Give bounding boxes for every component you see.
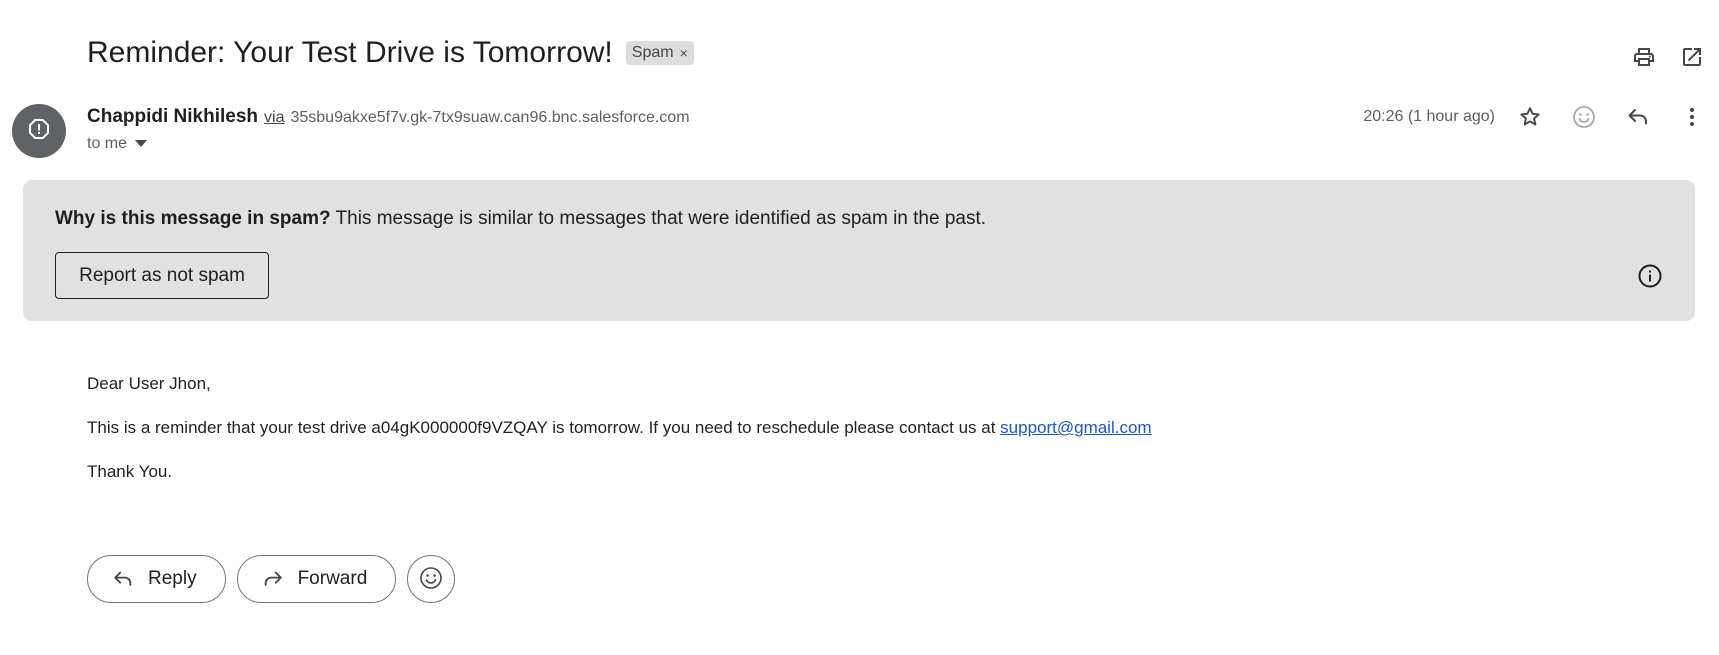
body-line-text: This is a reminder that your test drive … xyxy=(87,418,1001,437)
top-actions xyxy=(1631,44,1705,70)
print-icon[interactable] xyxy=(1631,44,1657,70)
bottom-actions: Reply Forward xyxy=(87,555,456,603)
timestamp: 20:26 (1 hour ago) xyxy=(1363,108,1495,125)
forward-button[interactable]: Forward xyxy=(236,555,397,603)
spam-reason: Why is this message in spam? This messag… xyxy=(55,208,986,230)
body-greeting: Dear User Jhon, xyxy=(87,374,211,393)
open-in-new-window-icon[interactable] xyxy=(1679,44,1705,70)
forward-icon xyxy=(262,568,284,590)
recipient-text: to me xyxy=(87,135,128,152)
info-icon[interactable] xyxy=(1637,263,1663,294)
sender-avatar[interactable] xyxy=(12,104,66,158)
report-not-spam-button[interactable]: Report as not spam xyxy=(55,252,269,299)
reply-button[interactable]: Reply xyxy=(87,555,226,603)
reply-icon[interactable] xyxy=(1625,104,1651,130)
via-domain: 35sbu9akxe5f7v.gk-7tx9suaw.can96.bnc.sal… xyxy=(290,109,690,126)
reply-icon xyxy=(112,568,134,590)
emoji-reaction-icon[interactable] xyxy=(1571,104,1597,130)
star-icon[interactable] xyxy=(1517,104,1543,130)
spam-label-text: Spam xyxy=(631,43,674,61)
more-vert-icon[interactable] xyxy=(1679,104,1705,130)
sender-name[interactable]: Chappidi Nikhilesh xyxy=(87,106,258,128)
message-meta: 20:26 (1 hour ago) xyxy=(1363,104,1705,130)
spam-warning-icon xyxy=(27,117,51,146)
spam-reason-text: This message is similar to messages that… xyxy=(330,208,987,229)
support-email-link[interactable]: support@gmail.com xyxy=(1000,418,1151,437)
spam-warning-banner: Why is this message in spam? This messag… xyxy=(23,180,1695,321)
reply-button-label: Reply xyxy=(148,568,197,589)
email-subject: Reminder: Your Test Drive is Tomorrow! xyxy=(87,36,613,69)
via-link[interactable]: via xyxy=(264,109,284,127)
emoji-icon xyxy=(418,565,444,594)
spam-label-chip[interactable]: Spam × xyxy=(625,41,694,65)
recipient-line: to me xyxy=(87,135,148,153)
email-body: Dear User Jhon, This is a reminder that … xyxy=(87,374,1152,506)
emoji-reaction-button[interactable] xyxy=(407,555,456,603)
spam-reason-title: Why is this message in spam? xyxy=(55,208,331,229)
subject-row: Reminder: Your Test Drive is Tomorrow! S… xyxy=(87,36,694,70)
chevron-down-icon[interactable] xyxy=(135,135,148,153)
email-view: Reminder: Your Test Drive is Tomorrow! S… xyxy=(0,0,1719,655)
body-paragraph: This is a reminder that your test drive … xyxy=(87,418,1152,437)
remove-label-icon[interactable]: × xyxy=(680,45,688,61)
sender-line: Chappidi Nikhilesh via 35sbu9akxe5f7v.gk… xyxy=(87,106,690,128)
forward-button-label: Forward xyxy=(297,568,368,589)
body-closing: Thank You. xyxy=(87,462,173,481)
